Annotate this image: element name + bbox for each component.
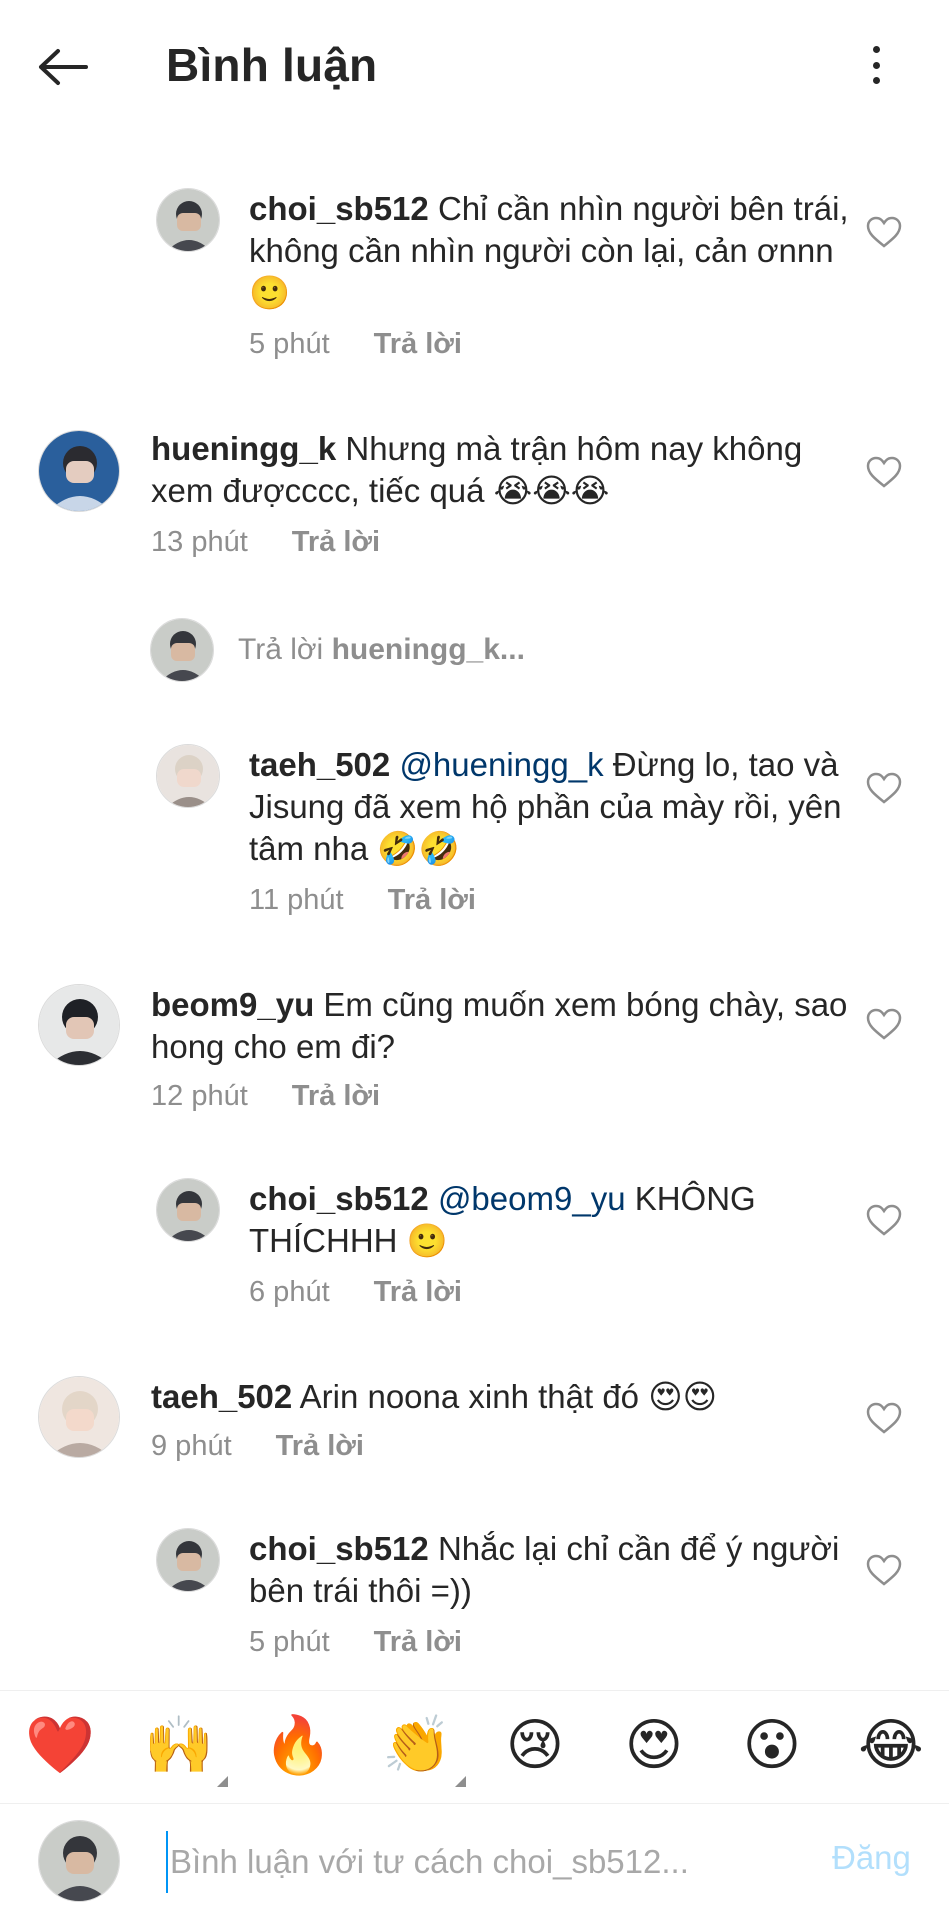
avatar[interactable] [156, 188, 220, 252]
avatar[interactable] [156, 1178, 220, 1242]
arrow-left-icon [39, 49, 88, 85]
comment-time: 12 phút [151, 1080, 248, 1112]
comment-username[interactable]: choi_sb512 [249, 1180, 429, 1217]
comment-time: 13 phút [151, 526, 248, 558]
reply-indicator-username: hueningg_k... [331, 633, 525, 666]
comment-username[interactable]: choi_sb512 [249, 190, 429, 227]
header: Bình luận [0, 0, 949, 130]
comment-time: 9 phút [151, 1430, 232, 1462]
reply-button[interactable]: Trả lời [388, 884, 476, 916]
comment-username[interactable]: beom9_yu [151, 986, 314, 1023]
reply-button[interactable]: Trả lời [276, 1430, 364, 1462]
avatar[interactable] [38, 984, 120, 1066]
reply-button[interactable]: Trả lời [374, 328, 462, 360]
avatar[interactable] [38, 1376, 120, 1458]
comment-time: 5 phút [249, 328, 330, 360]
comment-input[interactable] [166, 1831, 792, 1893]
comment-mention[interactable]: @hueningg_k [399, 746, 603, 783]
skin-tone-indicator-icon [455, 1776, 466, 1787]
more-options-button[interactable] [856, 40, 896, 90]
post-button[interactable]: Đăng [832, 1839, 911, 1877]
crying-emoji-button[interactable]: 😢 [500, 1711, 570, 1781]
back-button[interactable] [32, 36, 94, 98]
clapping-emoji-button[interactable]: 👏 [382, 1711, 466, 1787]
comment-time: 5 phút [249, 1626, 330, 1658]
avatar [38, 1820, 120, 1902]
reply-button[interactable]: Trả lời [374, 1276, 462, 1308]
heart-icon[interactable] [866, 456, 902, 488]
heart-icon[interactable] [866, 1008, 902, 1040]
comment-meta: 12 phút Trả lời [151, 1080, 380, 1113]
avatar [150, 618, 214, 682]
reply-indicator[interactable]: Trả lời hueningg_k... [150, 616, 525, 684]
comment-meta: 13 phút Trả lời [151, 526, 380, 559]
comment-username[interactable]: hueningg_k [151, 430, 336, 467]
comment-username[interactable]: taeh_502 [249, 746, 390, 783]
reply-button[interactable]: Trả lời [374, 1626, 462, 1658]
avatar[interactable] [156, 1528, 220, 1592]
heart-emoji-button[interactable]: ❤️ [25, 1711, 95, 1781]
comment-username[interactable]: choi_sb512 [249, 1530, 429, 1567]
comment-input-bar: Đăng [0, 1803, 949, 1920]
comment-meta: 9 phút Trả lời [151, 1430, 364, 1463]
avatar[interactable] [156, 744, 220, 808]
comment-time: 6 phút [249, 1276, 330, 1308]
heart-icon[interactable] [866, 772, 902, 804]
heart-icon[interactable] [866, 1554, 902, 1586]
more-vertical-icon [872, 46, 880, 53]
reply-indicator-prefix: Trả lời [238, 633, 324, 666]
heart-icon[interactable] [866, 1402, 902, 1434]
comment-meta: 5 phút Trả lời [249, 328, 462, 361]
comment-meta: 11 phút Trả lời [249, 884, 476, 917]
fire-emoji-button[interactable]: 🔥 [263, 1711, 333, 1781]
skin-tone-indicator-icon [217, 1776, 228, 1787]
page-title: Bình luận [166, 39, 378, 91]
heart-icon[interactable] [866, 216, 902, 248]
avatar[interactable] [38, 430, 120, 512]
emoji-quick-bar: ❤️ 🙌 🔥 👏 😢 😍 😮 😂 [0, 1690, 949, 1804]
comment-meta: 6 phút Trả lời [249, 1276, 462, 1309]
comment-mention[interactable]: @beom9_yu [438, 1180, 626, 1217]
surprised-emoji-button[interactable]: 😮 [737, 1711, 807, 1781]
comment-time: 11 phút [249, 884, 344, 916]
comment-username[interactable]: taeh_502 [151, 1378, 292, 1415]
comment-text: Arin noona xinh thật đó 😍😍 [299, 1378, 718, 1415]
heart-icon[interactable] [866, 1204, 902, 1236]
comment-meta: 5 phút Trả lời [249, 1626, 462, 1659]
reply-button[interactable]: Trả lời [292, 526, 380, 558]
reply-button[interactable]: Trả lời [292, 1080, 380, 1112]
raising-hands-emoji-button[interactable]: 🙌 [144, 1711, 228, 1787]
heart-eyes-emoji-button[interactable]: 😍 [619, 1711, 689, 1781]
laughing-emoji-button[interactable]: 😂 [856, 1711, 926, 1781]
